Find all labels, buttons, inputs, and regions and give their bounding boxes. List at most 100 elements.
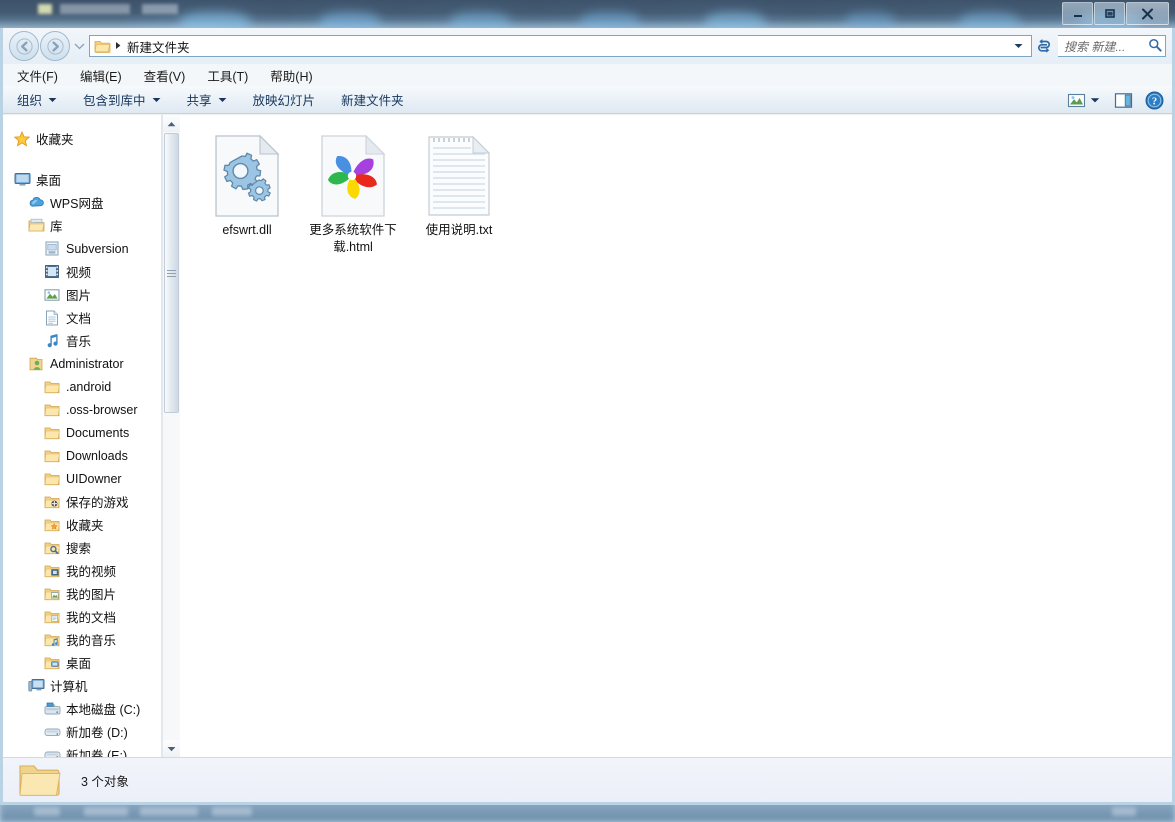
menu-item-help[interactable]: 帮助(H) xyxy=(270,66,312,85)
search-icon[interactable] xyxy=(1148,38,1162,55)
sidebar-item-libraries[interactable]: 库 xyxy=(3,214,161,237)
user-icon xyxy=(27,355,45,372)
breadcrumb[interactable]: 新建文件夹 xyxy=(127,37,190,56)
sidebar-item-subversion[interactable]: Subversion xyxy=(3,237,161,260)
menu-item-view[interactable]: 查看(V) xyxy=(144,66,186,85)
sidebar-item-volume-d[interactable]: 新加卷 (D:) xyxy=(3,720,161,743)
cloud-icon xyxy=(27,194,45,211)
refresh-button[interactable] xyxy=(1032,36,1056,56)
folder-icon xyxy=(94,39,111,54)
include-in-library-label: 包含到库中 xyxy=(83,94,146,108)
folder-icon xyxy=(43,378,61,395)
file-name: efswrt.dll xyxy=(222,223,272,237)
folder-icon xyxy=(17,761,63,799)
chevron-down-icon[interactable] xyxy=(1090,97,1100,104)
maximize-button[interactable] xyxy=(1094,2,1125,25)
explorer-window: 新建文件夹 搜索 新建... 文件(F) 编辑(E) 查看(V) 工具(T) 帮… xyxy=(0,0,1175,805)
sidebar-item-volume-e[interactable]: 新加卷 (E:) xyxy=(3,743,161,757)
sidebar-label: 新加卷 (E:) xyxy=(66,749,128,757)
change-view-icon[interactable] xyxy=(1067,92,1086,109)
recent-locations-button[interactable] xyxy=(72,42,86,50)
preview-pane-icon[interactable] xyxy=(1114,92,1133,109)
sidebar-item-documents-folder[interactable]: Documents xyxy=(3,421,161,444)
sidebar-item-my-videos[interactable]: 我的视频 xyxy=(3,559,161,582)
scrollbar-thumb[interactable] xyxy=(164,133,179,413)
html-pinwheel-icon xyxy=(313,133,393,219)
menu-item-edit[interactable]: 编辑(E) xyxy=(80,66,122,85)
new-folder-button[interactable]: 新建文件夹 xyxy=(341,90,404,109)
menu-item-file[interactable]: 文件(F) xyxy=(17,66,58,85)
minimize-button[interactable] xyxy=(1062,2,1093,25)
help-icon[interactable]: ? xyxy=(1145,91,1164,110)
back-button[interactable] xyxy=(9,31,39,61)
sidebar-label: 图片 xyxy=(66,289,92,303)
taskbar-ghost-clock xyxy=(1112,807,1136,816)
address-bar[interactable]: 新建文件夹 xyxy=(89,35,1032,57)
taskbar-ghost-item xyxy=(34,807,60,816)
sidebar-item-pictures[interactable]: 图片 xyxy=(3,283,161,306)
sidebar-label: 库 xyxy=(50,220,63,234)
include-in-library-button[interactable]: 包含到库中 xyxy=(83,90,161,109)
sidebar-item-uidowner[interactable]: UIDowner xyxy=(3,467,161,490)
title-bar[interactable] xyxy=(0,0,1175,28)
sidebar-item-desktop-folder[interactable]: 桌面 xyxy=(3,651,161,674)
drive-icon xyxy=(43,723,61,740)
sidebar-label: WPS网盘 xyxy=(50,197,104,211)
subversion-icon xyxy=(43,240,61,257)
organize-button[interactable]: 组织 xyxy=(17,90,57,109)
music-icon xyxy=(43,332,61,349)
sidebar-item-favorites-folder[interactable]: 收藏夹 xyxy=(3,513,161,536)
dll-gears-icon xyxy=(207,133,287,219)
sidebar-item-local-disk-c[interactable]: 本地磁盘 (C:) xyxy=(3,697,161,720)
share-button[interactable]: 共享 xyxy=(187,90,227,109)
forward-button[interactable] xyxy=(40,31,70,61)
taskbar-ghost-item xyxy=(84,807,128,816)
sidebar-label: 我的视频 xyxy=(66,565,117,579)
scroll-up-button[interactable] xyxy=(163,115,180,132)
navigation-pane[interactable]: 收藏夹 桌面 WPS网盘 库 Subversion 视频 图片 文档 音乐 Ad… xyxy=(3,115,162,757)
sidebar-label: UIDowner xyxy=(66,471,122,486)
close-button[interactable] xyxy=(1126,2,1169,25)
sidebar-item-computer[interactable]: 计算机 xyxy=(3,674,161,697)
sidebar-item-videos[interactable]: 视频 xyxy=(3,260,161,283)
search-box[interactable]: 搜索 新建... xyxy=(1058,35,1166,57)
slideshow-button[interactable]: 放映幻灯片 xyxy=(253,90,316,109)
sidebar-item-wps-cloud[interactable]: WPS网盘 xyxy=(3,191,161,214)
sidebar-item-administrator[interactable]: Administrator xyxy=(3,352,161,375)
navigation-tree: 收藏夹 桌面 WPS网盘 库 Subversion 视频 图片 文档 音乐 Ad… xyxy=(3,115,161,757)
address-dropdown-button[interactable] xyxy=(1007,36,1029,56)
sidebar-label: 我的图片 xyxy=(66,588,117,602)
sidebar-item-favorites[interactable]: 收藏夹 xyxy=(3,127,161,150)
sidebar-label: 保存的游戏 xyxy=(66,496,129,510)
sidebar-label: 音乐 xyxy=(66,335,92,349)
file-item[interactable]: efswrt.dll xyxy=(194,129,300,256)
sidebar-item-documents[interactable]: 文档 xyxy=(3,306,161,329)
file-list-pane[interactable]: efswrt.dll 更多系统软件下载.html 使用说明.txt xyxy=(180,115,1172,757)
window-body: 新建文件夹 搜索 新建... 文件(F) 编辑(E) 查看(V) 工具(T) 帮… xyxy=(0,28,1175,805)
sidebar-label: 我的音乐 xyxy=(66,634,117,648)
sidebar-label: .android xyxy=(66,379,112,394)
file-item[interactable]: 使用说明.txt xyxy=(406,129,512,256)
scroll-down-button[interactable] xyxy=(163,740,180,757)
sidebar-item-android[interactable]: .android xyxy=(3,375,161,398)
chevron-down-icon xyxy=(218,97,226,102)
navigation-scrollbar[interactable] xyxy=(162,115,180,757)
drive-icon xyxy=(43,746,61,757)
sidebar-item-my-documents[interactable]: 我的文档 xyxy=(3,605,161,628)
slideshow-label: 放映幻灯片 xyxy=(252,94,316,108)
sidebar-item-oss-browser[interactable]: .oss-browser xyxy=(3,398,161,421)
sidebar-label: Subversion xyxy=(66,241,129,256)
menu-item-tools[interactable]: 工具(T) xyxy=(207,66,248,85)
sidebar-item-music[interactable]: 音乐 xyxy=(3,329,161,352)
sidebar-item-saved-games[interactable]: 保存的游戏 xyxy=(3,490,161,513)
sidebar-item-desktop[interactable]: 桌面 xyxy=(3,168,161,191)
sidebar-item-searches[interactable]: 搜索 xyxy=(3,536,161,559)
my-videos-icon xyxy=(43,562,61,579)
search-input[interactable]: 搜索 新建... xyxy=(1064,38,1125,55)
sidebar-item-my-music[interactable]: 我的音乐 xyxy=(3,628,161,651)
file-name: 使用说明.txt xyxy=(425,223,493,237)
sidebar-item-downloads[interactable]: Downloads xyxy=(3,444,161,467)
status-bar: 3 个对象 xyxy=(3,757,1172,802)
file-item[interactable]: 更多系统软件下载.html xyxy=(300,129,406,256)
sidebar-item-my-pictures[interactable]: 我的图片 xyxy=(3,582,161,605)
